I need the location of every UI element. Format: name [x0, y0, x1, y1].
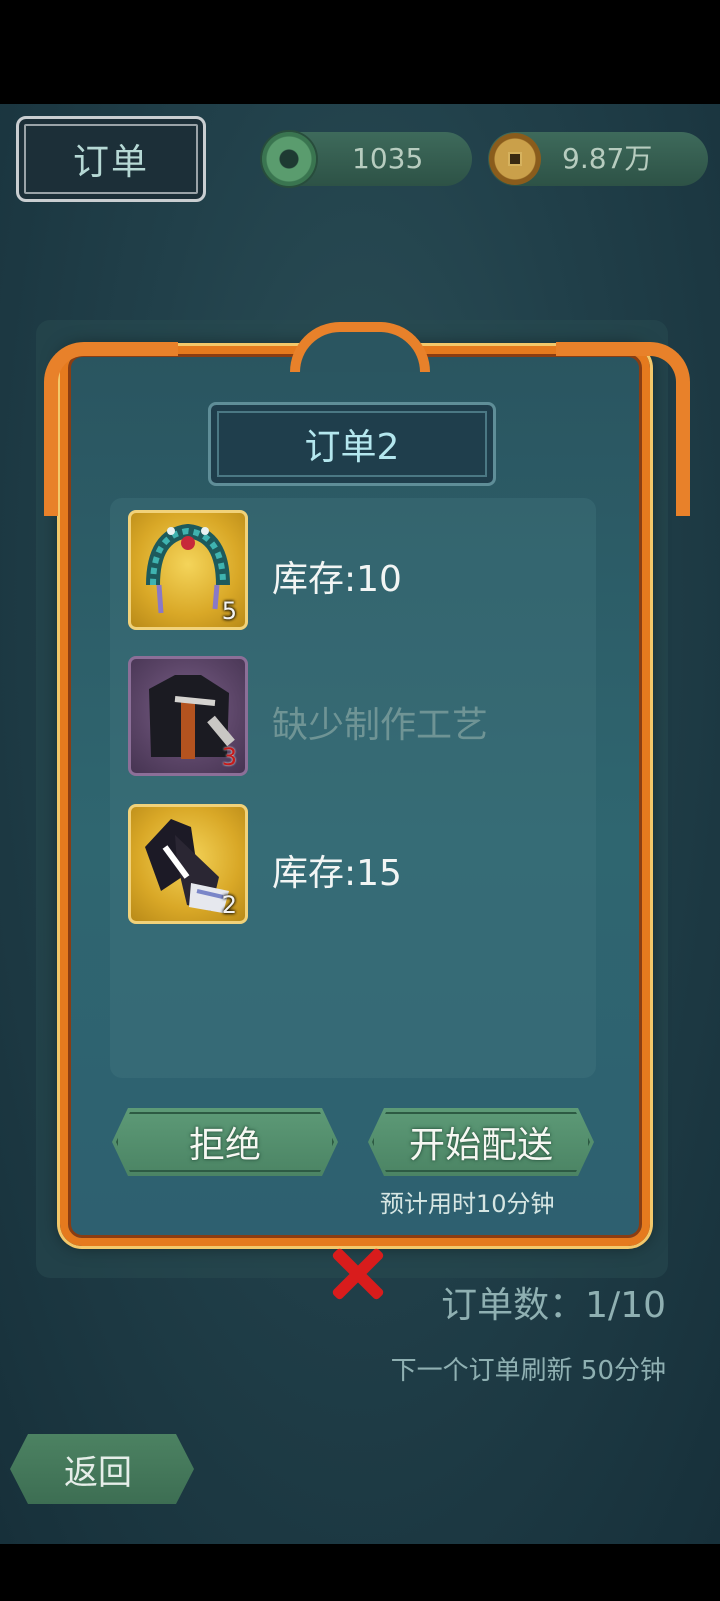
status-bar — [0, 0, 720, 104]
navigation-bar — [0, 1544, 720, 1601]
start-delivery-button[interactable]: 开始配送 — [368, 1108, 594, 1176]
reject-button[interactable]: 拒绝 — [112, 1108, 338, 1176]
item-count: 2 — [221, 891, 237, 919]
jade-amount: 1035 — [352, 142, 424, 175]
page-title: 订单 — [16, 116, 206, 202]
item-status: 缺少制作工艺 — [272, 705, 489, 746]
estimated-time: 预计用时10分钟 — [380, 1190, 555, 1218]
order-count: 订单数：1/10 — [441, 1285, 666, 1326]
refresh-timer: 下一个订单刷新 50分钟 — [390, 1356, 666, 1386]
jade-icon — [262, 132, 316, 186]
item-slot-dark-robe[interactable]: 3 — [128, 656, 248, 776]
item-count: 3 — [221, 743, 237, 771]
coin-currency: 9.87万 — [488, 132, 708, 186]
close-icon[interactable] — [326, 1244, 386, 1304]
frame-ornament-left — [44, 342, 178, 516]
order-title: 订单2 — [208, 402, 496, 486]
back-button[interactable]: 返回 — [10, 1434, 194, 1504]
coin-amount: 9.87万 — [562, 142, 653, 175]
frame-ornament-right — [556, 342, 690, 516]
coin-icon — [489, 133, 541, 185]
item-status: 库存:15 — [272, 853, 402, 894]
item-slot-phoenix-crown[interactable]: 5 — [128, 510, 248, 630]
item-status: 库存:10 — [272, 559, 402, 600]
jade-currency: 1035 — [262, 132, 472, 186]
order-screen: 订单 1035 9.87万 订单2 5 库存:10 3 缺少制作工艺 2 库存:… — [0, 104, 720, 1544]
item-slot-sleeved-robe[interactable]: 2 — [128, 804, 248, 924]
item-count: 5 — [221, 597, 237, 625]
